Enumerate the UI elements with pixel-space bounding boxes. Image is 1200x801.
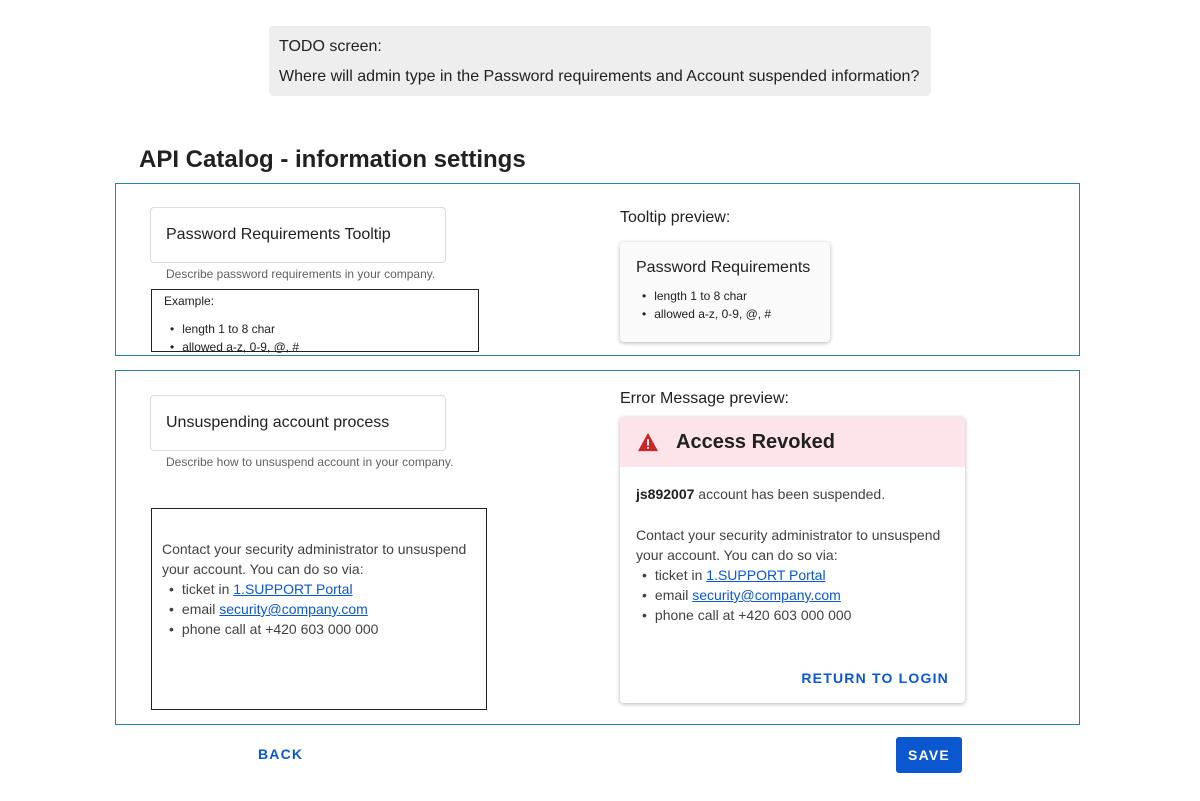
ticket-prefix: ticket in <box>654 567 707 583</box>
unsuspend-title-field[interactable]: Unsuspending account process <box>150 395 446 451</box>
contact-intro: Contact your security administrator to u… <box>636 527 941 563</box>
password-helper-text: Describe password requirements in your c… <box>166 267 436 281</box>
unsuspend-process-textarea[interactable]: Contact your security administrator to u… <box>151 508 487 710</box>
security-email-link[interactable]: security@company.com <box>219 601 368 617</box>
support-portal-link[interactable]: 1.SUPPORT Portal <box>233 581 352 597</box>
contact-options-list: ticket in 1.SUPPORT Portal email securit… <box>636 565 965 625</box>
todo-banner: TODO screen: Where will admin type in th… <box>269 26 931 96</box>
support-portal-link[interactable]: 1.SUPPORT Portal <box>706 567 825 583</box>
password-requirements-textarea[interactable]: Example: length 1 to 8 char allowed a-z,… <box>151 289 479 354</box>
ticket-prefix: ticket in <box>181 581 234 597</box>
list-item: allowed a-z, 0-9, @, # <box>170 338 478 356</box>
error-card-body: js892007 account has been suspended. Con… <box>620 467 965 625</box>
contact-options-list: ticket in 1.SUPPORT Portal email securit… <box>162 579 486 639</box>
list-item: ticket in 1.SUPPORT Portal <box>642 565 965 585</box>
list-item: email security@company.com <box>169 599 486 619</box>
contact-intro: Contact your security administrator to u… <box>162 541 467 577</box>
email-prefix: email <box>654 587 693 603</box>
list-item: allowed a-z, 0-9, @, # <box>642 305 830 323</box>
field-value: Password Requirements Tooltip <box>166 226 391 243</box>
example-label: Example: <box>164 294 215 308</box>
security-email-link[interactable]: security@company.com <box>692 587 841 603</box>
page-title: API Catalog - information settings <box>139 146 526 173</box>
list-item: phone call at +420 603 000 000 <box>169 619 486 639</box>
todo-title: TODO screen: <box>279 38 382 55</box>
list-item: length 1 to 8 char <box>642 287 830 305</box>
error-message-preview-card: Access Revoked js892007 account has been… <box>620 417 965 703</box>
error-preview-label: Error Message preview: <box>620 390 789 407</box>
save-button[interactable]: SAVE <box>896 737 962 773</box>
list-item: phone call at +420 603 000 000 <box>642 605 965 625</box>
warning-triangle-icon <box>638 432 658 452</box>
password-requirements-title-field[interactable]: Password Requirements Tooltip <box>150 207 446 263</box>
username: js892007 <box>636 486 695 502</box>
tooltip-preview-card: Password Requirements length 1 to 8 char… <box>620 242 830 342</box>
suspended-text: account has been suspended. <box>694 486 886 502</box>
unsuspend-account-section: Unsuspending account process Describe ho… <box>115 370 1080 725</box>
list-item: ticket in 1.SUPPORT Portal <box>169 579 486 599</box>
error-title: Access Revoked <box>676 430 835 453</box>
list-item: email security@company.com <box>642 585 965 605</box>
email-prefix: email <box>181 601 220 617</box>
tooltip-preview-label: Tooltip preview: <box>620 209 731 226</box>
field-value: Unsuspending account process <box>166 414 390 431</box>
list-item: length 1 to 8 char <box>170 320 478 338</box>
requirements-list: length 1 to 8 char allowed a-z, 0-9, @, … <box>164 320 478 356</box>
password-requirements-section: Password Requirements Tooltip Describe p… <box>115 183 1080 356</box>
suspended-message: js892007 account has been suspended. <box>636 485 965 503</box>
return-to-login-button[interactable]: RETURN TO LOGIN <box>801 670 949 686</box>
unsuspend-helper-text: Describe how to unsuspend account in you… <box>166 455 454 469</box>
tooltip-list: length 1 to 8 char allowed a-z, 0-9, @, … <box>636 287 830 323</box>
error-card-header: Access Revoked <box>620 417 965 467</box>
tooltip-title: Password Requirements <box>636 259 811 276</box>
todo-question: Where will admin type in the Password re… <box>279 68 920 85</box>
back-button[interactable]: BACK <box>258 746 303 762</box>
